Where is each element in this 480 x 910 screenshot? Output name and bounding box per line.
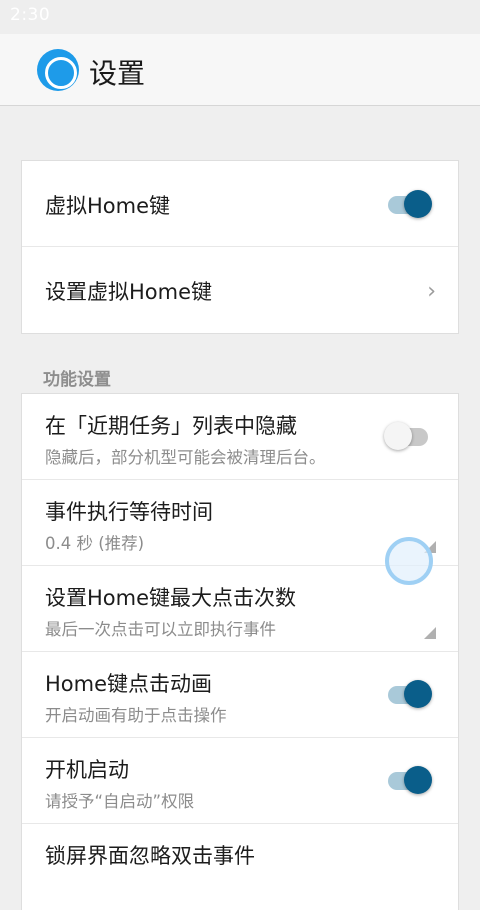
status-bar: 2:30	[0, 0, 480, 34]
setting-start-on-boot[interactable]: 开机启动 请授予“自启动”权限	[22, 738, 458, 824]
setting-subtitle: 开启动画有助于点击操作	[45, 706, 227, 725]
status-time: 2:30	[10, 5, 51, 25]
setting-title: 虚拟Home键	[45, 194, 171, 218]
setting-configure-virtual-home-key[interactable]: 设置虚拟Home键 ›	[22, 247, 458, 333]
setting-title: Home键点击动画	[45, 672, 213, 696]
floating-home-button[interactable]	[385, 537, 433, 585]
toggle-thumb	[404, 680, 432, 708]
dropdown-indicator-icon	[424, 627, 436, 639]
setting-subtitle: 请授予“自启动”权限	[45, 792, 195, 811]
setting-title: 设置Home键最大点击次数	[45, 586, 297, 610]
toggle-thumb	[404, 190, 432, 218]
virtual-home-key-toggle[interactable]	[388, 190, 432, 218]
hide-from-recents-toggle[interactable]	[384, 422, 432, 450]
setting-title: 事件执行等待时间	[45, 500, 213, 524]
app-bar: 设置	[0, 34, 480, 106]
home-click-animation-toggle[interactable]	[388, 680, 432, 708]
page-title: 设置	[89, 57, 146, 90]
setting-title: 设置虚拟Home键	[45, 280, 213, 304]
app-logo-circle-icon	[37, 49, 79, 91]
setting-virtual-home-key[interactable]: 虚拟Home键	[22, 161, 458, 247]
start-on-boot-toggle[interactable]	[388, 766, 432, 794]
toggle-thumb	[384, 422, 412, 450]
setting-subtitle: 0.4 秒 (推荐)	[45, 534, 145, 553]
setting-title: 在「近期任务」列表中隐藏	[45, 414, 297, 438]
setting-title: 开机启动	[45, 758, 129, 782]
section-header-functions: 功能设置	[43, 370, 111, 390]
setting-title: 锁屏界面忽略双击事件	[45, 844, 255, 868]
main-settings-card: 虚拟Home键 设置虚拟Home键 ›	[21, 160, 459, 334]
chevron-right-icon: ›	[427, 279, 436, 304]
setting-ignore-double-click-lockscreen[interactable]: 锁屏界面忽略双击事件	[22, 824, 458, 910]
toggle-thumb	[404, 766, 432, 794]
setting-subtitle: 隐藏后，部分机型可能会被清理后台。	[45, 448, 326, 467]
setting-hide-from-recents[interactable]: 在「近期任务」列表中隐藏 隐藏后，部分机型可能会被清理后台。	[22, 394, 458, 480]
setting-home-click-animation[interactable]: Home键点击动画 开启动画有助于点击操作	[22, 652, 458, 738]
function-settings-card: 在「近期任务」列表中隐藏 隐藏后，部分机型可能会被清理后台。 事件执行等待时间 …	[21, 393, 459, 910]
setting-subtitle: 最后一次点击可以立即执行事件	[45, 620, 276, 639]
